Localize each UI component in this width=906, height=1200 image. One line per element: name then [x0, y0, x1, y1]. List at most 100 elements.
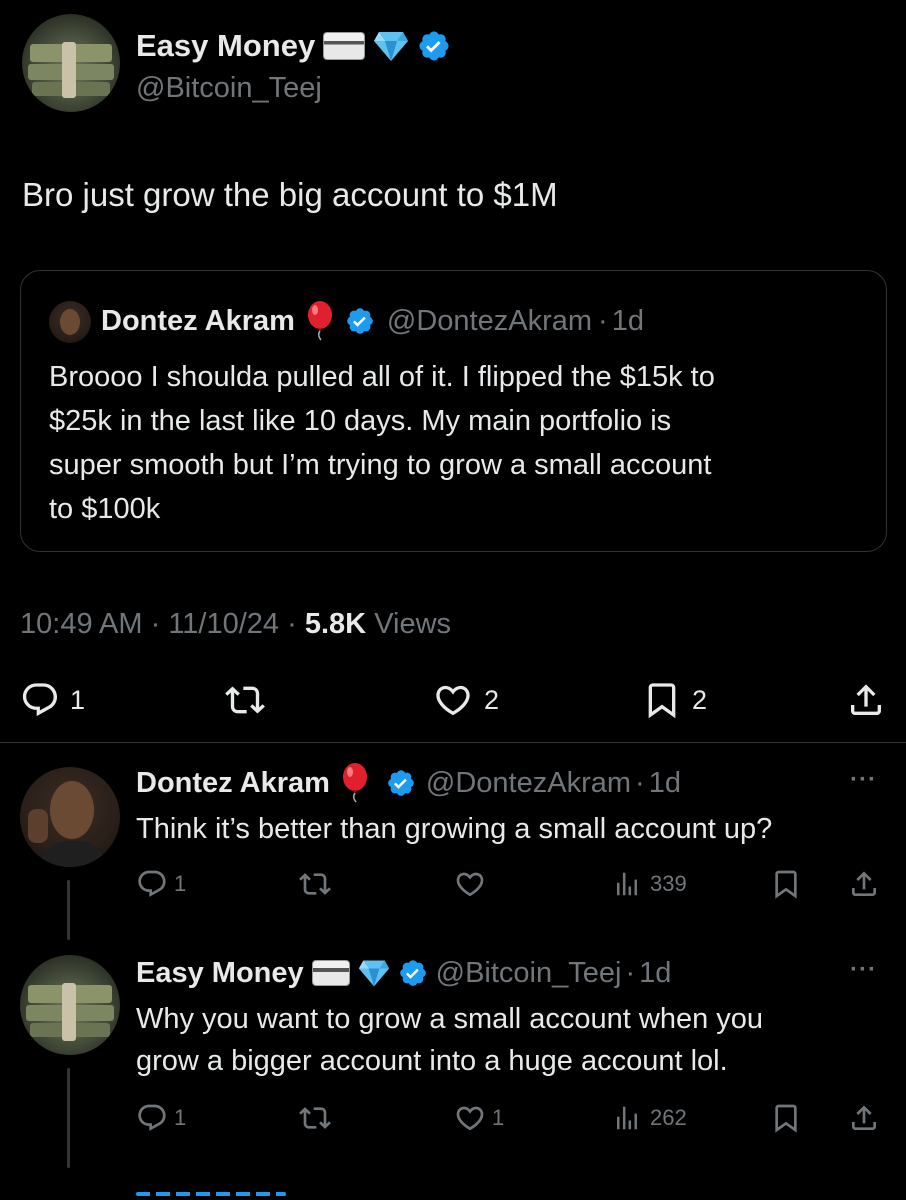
- tweet-date[interactable]: 11/10/24: [168, 608, 279, 640]
- face-shape: [50, 781, 94, 839]
- quoted-text-line: Broooo I shoulda pulled all of it. I fli…: [49, 361, 715, 393]
- retweet-icon: [225, 686, 265, 714]
- show-replies-link[interactable]: [136, 1188, 296, 1200]
- diamond-emoji-icon: [374, 32, 409, 61]
- link-glyph-fragment: [136, 1192, 286, 1196]
- like-icon: [456, 1106, 484, 1131]
- like-count: 1: [492, 1105, 505, 1130]
- quoted-avatar: [49, 301, 91, 343]
- tweet-text: Bro just grow the big account to $1M: [22, 176, 558, 213]
- author-handle[interactable]: @Bitcoin_Teej: [136, 72, 322, 105]
- separator-dot: ·: [598, 304, 608, 337]
- bookmark-button[interactable]: [770, 1100, 802, 1136]
- separator-dot: ·: [150, 608, 161, 640]
- share-button[interactable]: [848, 1100, 880, 1136]
- bookmark-icon: [648, 683, 676, 719]
- like-icon: [436, 685, 470, 716]
- divider: [0, 742, 906, 743]
- reply-age: 1d: [639, 956, 672, 989]
- separator-dot: ·: [287, 608, 297, 640]
- verified-badge-icon: [419, 31, 449, 61]
- retweet-icon: [299, 873, 331, 895]
- credit-card-emoji-icon: [323, 32, 366, 60]
- views-label: Views: [374, 608, 452, 640]
- views-icon: [617, 1106, 637, 1130]
- quoted-tweet-age: 1d: [611, 304, 644, 337]
- like-button[interactable]: 1: [454, 1100, 504, 1136]
- reply-icon: [138, 870, 166, 897]
- verified-badge-icon: [399, 960, 426, 986]
- reply-text-line: Why you want to grow a small account whe…: [136, 1003, 764, 1035]
- reply-age: 1d: [648, 766, 681, 799]
- author-name[interactable]: Easy Money: [136, 28, 315, 64]
- reply-text: Why you want to grow a small account whe…: [136, 998, 763, 1082]
- credit-card-emoji-icon: [311, 960, 350, 986]
- reply-author-row: Easy Money @Bitcoin_Teej · 1d: [136, 952, 671, 994]
- reply-button[interactable]: 1: [136, 866, 186, 902]
- thread-line: [67, 880, 70, 940]
- like-button[interactable]: 2: [432, 678, 499, 722]
- views-count: 5.8K: [304, 608, 367, 640]
- reply-text: Think it’s better than growing a small a…: [136, 808, 772, 850]
- avatar[interactable]: [20, 955, 120, 1055]
- retweet-button[interactable]: [298, 1100, 332, 1136]
- reply-author-name[interactable]: Easy Money: [136, 957, 304, 990]
- share-icon: [851, 684, 881, 715]
- quoted-author-handle: @DontezAkram: [386, 304, 593, 337]
- more-icon[interactable]: ···: [850, 766, 877, 794]
- quoted-text-line: $25k in the last like 10 days. My main p…: [49, 405, 672, 437]
- balloon-emoji-icon: [307, 301, 332, 341]
- quoted-text-line: super smooth but I’m trying to grow a sm…: [49, 449, 712, 481]
- retweet-button[interactable]: [298, 866, 332, 902]
- quoted-author-row: Dontez Akram @DontezAkram · 1d: [101, 301, 644, 341]
- quoted-tweet-text: Broooo I shoulda pulled all of it. I fli…: [49, 355, 715, 531]
- bookmark-button[interactable]: 2: [642, 678, 707, 722]
- quoted-text-line: to $100k: [49, 493, 161, 525]
- reply-icon: [138, 1104, 166, 1131]
- share-icon: [852, 1105, 876, 1130]
- diamond-emoji-icon: [358, 960, 389, 987]
- thread-line: [67, 1068, 70, 1168]
- retweet-button[interactable]: [222, 678, 268, 722]
- like-icon: [456, 872, 484, 897]
- reply-text-line: Think it’s better than growing a small a…: [136, 813, 773, 845]
- author-row: Easy Money: [136, 26, 451, 66]
- bookmark-count: 2: [692, 684, 708, 715]
- hand-shape: [28, 809, 48, 843]
- reply-button[interactable]: 1: [20, 678, 85, 722]
- reply-author-handle[interactable]: @Bitcoin_Teej: [436, 957, 622, 990]
- share-button[interactable]: [848, 866, 880, 902]
- reply-count: 1: [70, 684, 86, 715]
- reply-button[interactable]: 1: [136, 1100, 186, 1136]
- views-button[interactable]: 262: [612, 1100, 687, 1136]
- views-button[interactable]: 339: [612, 866, 687, 902]
- avatar[interactable]: [22, 14, 120, 112]
- views-count: 339: [650, 871, 687, 896]
- like-button[interactable]: [454, 866, 486, 902]
- reply-author-row: Dontez Akram @DontezAkram · 1d: [136, 762, 681, 804]
- views-icon: [617, 872, 637, 896]
- share-button[interactable]: [846, 678, 886, 722]
- timestamp-row: 10:49 AM · 11/10/24 · 5.8K Views: [20, 608, 451, 641]
- cash-band-shape: [62, 42, 76, 98]
- like-count: 2: [484, 684, 500, 715]
- reply-count: 1: [174, 871, 187, 896]
- tweet-time[interactable]: 10:49 AM: [20, 608, 143, 640]
- reply-author-handle[interactable]: @DontezAkram: [426, 767, 631, 800]
- retweet-icon: [299, 1107, 331, 1129]
- shirt-shape: [38, 841, 108, 867]
- avatar[interactable]: [20, 767, 120, 867]
- more-icon[interactable]: ···: [850, 956, 877, 984]
- reply-author-name[interactable]: Dontez Akram: [136, 767, 330, 800]
- separator-dot: ·: [625, 956, 636, 989]
- bookmark-button[interactable]: [770, 866, 802, 902]
- face-shape: [60, 309, 80, 335]
- reply-icon: [22, 683, 58, 717]
- quoted-author-name: Dontez Akram: [101, 304, 295, 337]
- share-icon: [852, 871, 876, 896]
- bookmark-icon: [775, 1104, 797, 1133]
- reply-text-line: grow a bigger account into a huge accoun…: [136, 1045, 728, 1077]
- separator-dot: ·: [635, 766, 645, 799]
- quoted-tweet-card[interactable]: Dontez Akram @DontezAkram · 1d Broooo I …: [20, 270, 887, 552]
- balloon-emoji-icon: [342, 763, 367, 803]
